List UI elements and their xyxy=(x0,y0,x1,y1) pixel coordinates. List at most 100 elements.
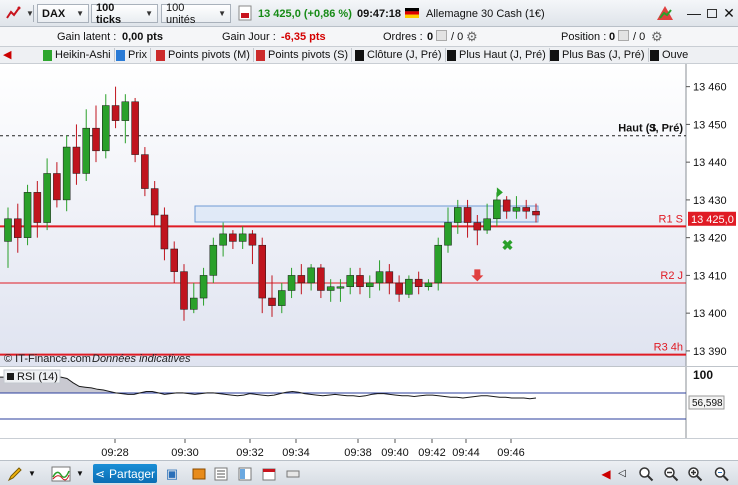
candle-body xyxy=(4,218,12,242)
candle-body xyxy=(375,271,384,284)
indicator-tab-ouverture[interactable]: Ouve xyxy=(650,48,691,62)
minimize-icon[interactable]: — xyxy=(685,4,703,22)
instrument-name: Allemagne 30 Cash (1€) xyxy=(426,4,545,23)
indicator-label: Ouve xyxy=(662,49,689,61)
layout-icon[interactable] xyxy=(237,464,253,483)
latent-gain-label: Gain latent : xyxy=(57,31,117,43)
day-gain-label: Gain Jour : xyxy=(222,31,276,43)
candle-body xyxy=(307,267,315,284)
clock: 09:47:18 xyxy=(357,4,401,23)
indicator-label: Heikin-Ashi xyxy=(55,49,111,61)
zoom-range-icon[interactable] xyxy=(712,464,732,483)
draw-pencil-icon[interactable] xyxy=(6,464,24,483)
indicator-tab-cloture[interactable]: Clôture (J, Pré) xyxy=(355,48,446,62)
candle-body xyxy=(92,127,100,152)
day-gain-value: -6,35 pts xyxy=(281,31,326,43)
scroll-left-icon[interactable]: ◀ xyxy=(598,464,614,483)
calendar-icon[interactable] xyxy=(261,464,277,483)
swatch-prix xyxy=(116,49,125,61)
collapse-arrow-icon[interactable]: ◀ xyxy=(3,48,11,61)
zoom-fit-icon[interactable] xyxy=(637,464,655,483)
candle-body xyxy=(317,267,325,291)
period-select[interactable]: 100 ticks ▼ xyxy=(91,1,158,26)
candle-body xyxy=(278,290,286,306)
candle-body xyxy=(444,222,452,246)
candle-body xyxy=(160,214,169,250)
indicator-wave-icon[interactable] xyxy=(50,464,72,483)
chevron-down-icon[interactable]: ▼ xyxy=(74,464,86,483)
candle-body xyxy=(473,222,482,231)
ruler-icon[interactable] xyxy=(285,464,301,483)
candle-body xyxy=(356,275,364,287)
book-icon[interactable] xyxy=(191,464,207,483)
disclaimer: Données indicatives xyxy=(92,353,191,365)
swatch-cloture xyxy=(355,49,364,61)
candle-body xyxy=(43,173,51,223)
orders-close-icon[interactable] xyxy=(436,30,447,41)
candle-body xyxy=(33,192,42,223)
position-value: 0 xyxy=(609,31,616,43)
orders-suffix: / 0 xyxy=(451,31,464,43)
chart-settings-icon[interactable] xyxy=(4,4,22,22)
candle-body xyxy=(131,101,139,155)
zoom-out-icon[interactable] xyxy=(662,464,680,483)
symbol-value: DAX xyxy=(42,7,66,20)
step-left-icon[interactable]: ◁ xyxy=(615,464,629,483)
zoom-in-icon[interactable] xyxy=(686,464,704,483)
candle-body xyxy=(493,199,501,220)
units-select[interactable]: 100 unités ▼ xyxy=(161,2,231,26)
period-value: 100 ticks xyxy=(96,1,122,26)
symbol-select[interactable]: DAX ▼ xyxy=(37,4,89,23)
candle-body xyxy=(502,199,511,212)
candle-body xyxy=(463,207,472,223)
chat-icon[interactable]: ▣ xyxy=(164,464,180,483)
alert-icon[interactable] xyxy=(656,4,674,22)
position-label: Position : xyxy=(561,31,607,43)
share-button[interactable]: ⋖ Partager xyxy=(93,464,157,483)
close-icon[interactable]: ✕ xyxy=(720,4,738,22)
orders-label: Ordres : xyxy=(383,31,423,43)
price-chart[interactable]: Haut (J, Pré) S R1 S R2 J R3 4h 13 425,0 ✖ 13… xyxy=(0,64,738,366)
latent-gain-value: 0,00 pts xyxy=(122,31,163,43)
y-axis-label: 13 420 xyxy=(693,233,727,245)
indicator-tab-pivots-s[interactable]: Points pivots (S) xyxy=(256,48,353,62)
indicator-tab-plus-haut[interactable]: Plus Haut (J, Pré) xyxy=(447,48,550,62)
indicator-label: Points pivots (S) xyxy=(268,49,349,61)
y-axis-label: 13 390 xyxy=(693,346,727,358)
candle-body xyxy=(522,207,530,212)
candle-body xyxy=(434,244,442,284)
r2-j-label: R2 J xyxy=(660,270,683,282)
candle-body xyxy=(405,278,413,295)
time-axis[interactable]: 09:28 09:30 09:32 09:34 09:38 09:40 09:42 09:44… xyxy=(0,438,738,460)
bottom-toolbar: ▼ ▼ ⋖ Partager ▣ ◀ ◁ xyxy=(0,460,738,485)
position-close-icon[interactable] xyxy=(618,30,629,41)
indicator-label: Plus Haut (J, Pré) xyxy=(459,49,546,61)
maximize-icon[interactable] xyxy=(703,4,721,22)
settings-caret[interactable]: ▼ xyxy=(22,4,34,23)
rsi-canvas[interactable]: RSI (14) 100 56,598 xyxy=(0,367,738,439)
x-axis-label: 09:44 xyxy=(452,447,480,459)
swatch-pivots-m xyxy=(156,49,165,61)
candle-body xyxy=(219,233,227,246)
rsi-panel[interactable]: RSI (14) 100 56,598 xyxy=(0,366,738,439)
x-axis-label: 09:30 xyxy=(171,447,199,459)
list-icon[interactable] xyxy=(213,464,229,483)
chevron-down-icon: ▼ xyxy=(145,9,153,18)
chevron-down-icon[interactable]: ▼ xyxy=(26,464,38,483)
time-value: 09:47:18 xyxy=(357,7,402,20)
time-axis-canvas[interactable]: 09:28 09:30 09:32 09:34 09:38 09:40 09:42 09:44… xyxy=(0,439,738,461)
candle-body xyxy=(53,173,61,201)
gear-icon[interactable]: ⚙ xyxy=(466,29,478,45)
candle-body xyxy=(180,271,188,310)
indicator-tab-plus-bas[interactable]: Plus Bas (J, Pré) xyxy=(550,48,649,62)
indicator-tab-heikin-ashi[interactable]: Heikin-Ashi xyxy=(43,48,115,62)
gear-icon[interactable]: ⚙ xyxy=(651,29,663,45)
indicator-tab-prix[interactable]: Prix xyxy=(116,48,151,62)
indicator-tab-pivots-m[interactable]: Points pivots (M) xyxy=(156,48,254,62)
position-suffix: / 0 xyxy=(633,31,646,43)
r1-s-label: R1 S xyxy=(659,213,683,225)
price-chart-canvas[interactable]: Haut (J, Pré)SR1 SR2 JR3 4h13 425,0 ✖ 13… xyxy=(0,64,738,366)
share-icon: ⋖ xyxy=(94,466,106,481)
candle-body xyxy=(102,105,110,152)
pdf-icon[interactable] xyxy=(236,4,254,22)
